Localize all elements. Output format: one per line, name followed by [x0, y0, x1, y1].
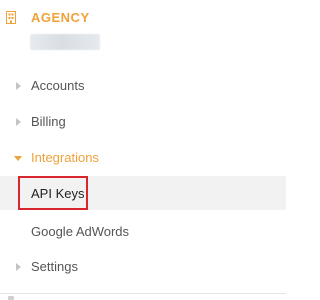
sidebar-subitem-label: API Keys: [31, 186, 85, 201]
chevron-right-icon: [16, 82, 21, 90]
building-icon: [6, 11, 16, 24]
sidebar-item-label: Accounts: [31, 78, 85, 93]
sidebar-item-label: Integrations: [31, 150, 99, 165]
sidebar-subitem-api-keys[interactable]: API Keys: [0, 176, 286, 210]
sidebar-item-billing[interactable]: Billing: [0, 105, 286, 139]
sidebar-item-integrations[interactable]: Integrations: [0, 141, 286, 175]
account-name-redacted: [30, 34, 100, 50]
sidebar-item-label: Billing: [31, 114, 66, 129]
chevron-right-icon: [16, 263, 21, 271]
sidebar-item-label: Settings: [31, 259, 78, 274]
scroll-indicator: [8, 296, 14, 300]
sidebar-subitem-label: Google AdWords: [31, 224, 130, 239]
agency-section-header: AGENCY: [0, 6, 286, 30]
sidebar-item-settings[interactable]: Settings: [0, 250, 286, 284]
chevron-down-icon: [14, 156, 22, 161]
sidebar-item-accounts[interactable]: Accounts: [0, 69, 286, 103]
chevron-right-icon: [16, 118, 21, 126]
divider: [0, 293, 286, 294]
sidebar: AGENCY Accounts Billing Integrations API…: [0, 0, 286, 300]
section-title: AGENCY: [31, 10, 90, 25]
sidebar-subitem-google-adwords[interactable]: Google AdWords: [0, 214, 286, 248]
